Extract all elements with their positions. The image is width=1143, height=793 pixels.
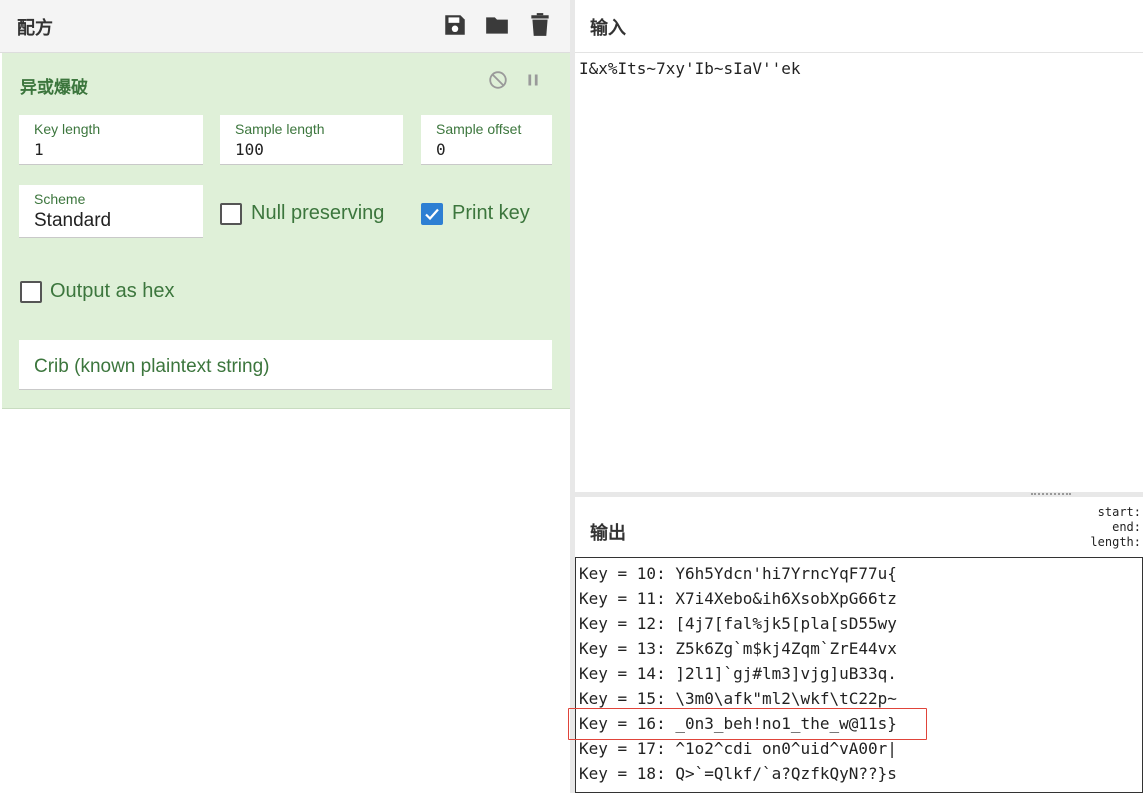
print-key-box[interactable] xyxy=(421,202,443,225)
folder-icon[interactable] xyxy=(484,12,510,38)
scheme-select[interactable]: Scheme Standard xyxy=(19,185,203,238)
pause-icon[interactable] xyxy=(522,69,544,91)
stat-length: length: xyxy=(1090,535,1141,549)
scheme-label: Scheme xyxy=(34,191,86,207)
disable-icon[interactable] xyxy=(487,69,509,91)
save-icon[interactable] xyxy=(442,12,468,38)
sample-offset-value[interactable]: 0 xyxy=(436,140,446,159)
key-length-label: Key length xyxy=(34,121,101,137)
input-textarea[interactable]: I&x%Its~7xy'Ib~sIaV''ek xyxy=(579,59,801,78)
output-stats: start: end: length: xyxy=(1090,505,1141,550)
output-line: Key = 12: [4j7[fal%jk5[pla[sD55wy xyxy=(579,614,897,633)
sample-offset-field[interactable]: Sample offset 0 xyxy=(421,115,552,165)
key-length-field[interactable]: Key length 1 xyxy=(19,115,203,165)
output-as-hex-checkbox[interactable]: Output as hex xyxy=(20,280,175,303)
stat-start: start: xyxy=(1097,505,1141,519)
null-preserving-box[interactable] xyxy=(220,202,242,225)
crib-placeholder: Crib (known plaintext string) xyxy=(34,356,270,377)
output-as-hex-label: Output as hex xyxy=(50,280,175,302)
recipe-title: 配方 xyxy=(17,18,53,39)
output-line: Key = 17: ^1o2^cdi on0^uid^vA00r| xyxy=(579,739,897,758)
input-title: 输入 xyxy=(590,18,626,39)
trash-icon[interactable] xyxy=(527,12,553,38)
key-length-value[interactable]: 1 xyxy=(34,140,44,159)
output-line: Key = 11: X7i4Xebo&ih6XsobXpG66tz xyxy=(579,589,897,608)
crib-input[interactable]: Crib (known plaintext string) xyxy=(19,340,552,390)
recipe-panel: 配方 异或爆破 Key length 1 Sample length 100 S… xyxy=(0,0,570,793)
sample-offset-label: Sample offset xyxy=(436,121,522,137)
io-panel: 输入 I&x%Its~7xy'Ib~sIaV''ek 输出 start: end… xyxy=(575,0,1143,793)
operation-title: 异或爆破 xyxy=(20,78,88,98)
input-header: 输入 xyxy=(575,0,1143,53)
output-textarea[interactable]: Key = 10: Y6h5Ydcn'hi7YrncYqF77u{ Key = … xyxy=(575,557,1143,793)
operation-xor-bruteforce: 异或爆破 Key length 1 Sample length 100 Samp… xyxy=(2,53,570,409)
output-line: Key = 15: \3m0\afk"ml2\wkf\tC22p~ xyxy=(579,689,897,708)
sample-length-field[interactable]: Sample length 100 xyxy=(220,115,403,165)
output-title: 输出 xyxy=(590,523,626,544)
print-key-checkbox[interactable]: Print key xyxy=(421,202,530,225)
recipe-header: 配方 xyxy=(0,0,570,53)
sample-length-label: Sample length xyxy=(235,121,325,137)
highlight-box xyxy=(568,708,927,740)
output-line: Key = 10: Y6h5Ydcn'hi7YrncYqF77u{ xyxy=(579,564,897,583)
output-line: Key = 18: Q>`=Qlkf/`a?QzfkQyN??}s xyxy=(579,764,897,783)
sample-length-value[interactable]: 100 xyxy=(235,140,264,159)
null-preserving-checkbox[interactable]: Null preserving xyxy=(220,202,384,225)
stat-end: end: xyxy=(1112,520,1141,534)
output-as-hex-box[interactable] xyxy=(20,280,42,303)
output-header: 输出 xyxy=(575,497,1143,557)
print-key-label: Print key xyxy=(452,202,530,224)
output-line: Key = 13: Z5k6Zg`m$kj4Zqm`ZrE44vx xyxy=(579,639,897,658)
output-line: Key = 14: ]2l1]`gj#lm3]vjg]uB33q. xyxy=(579,664,897,683)
scheme-value[interactable]: Standard xyxy=(34,210,111,232)
checkmark-icon xyxy=(425,208,439,220)
null-preserving-label: Null preserving xyxy=(251,202,385,224)
